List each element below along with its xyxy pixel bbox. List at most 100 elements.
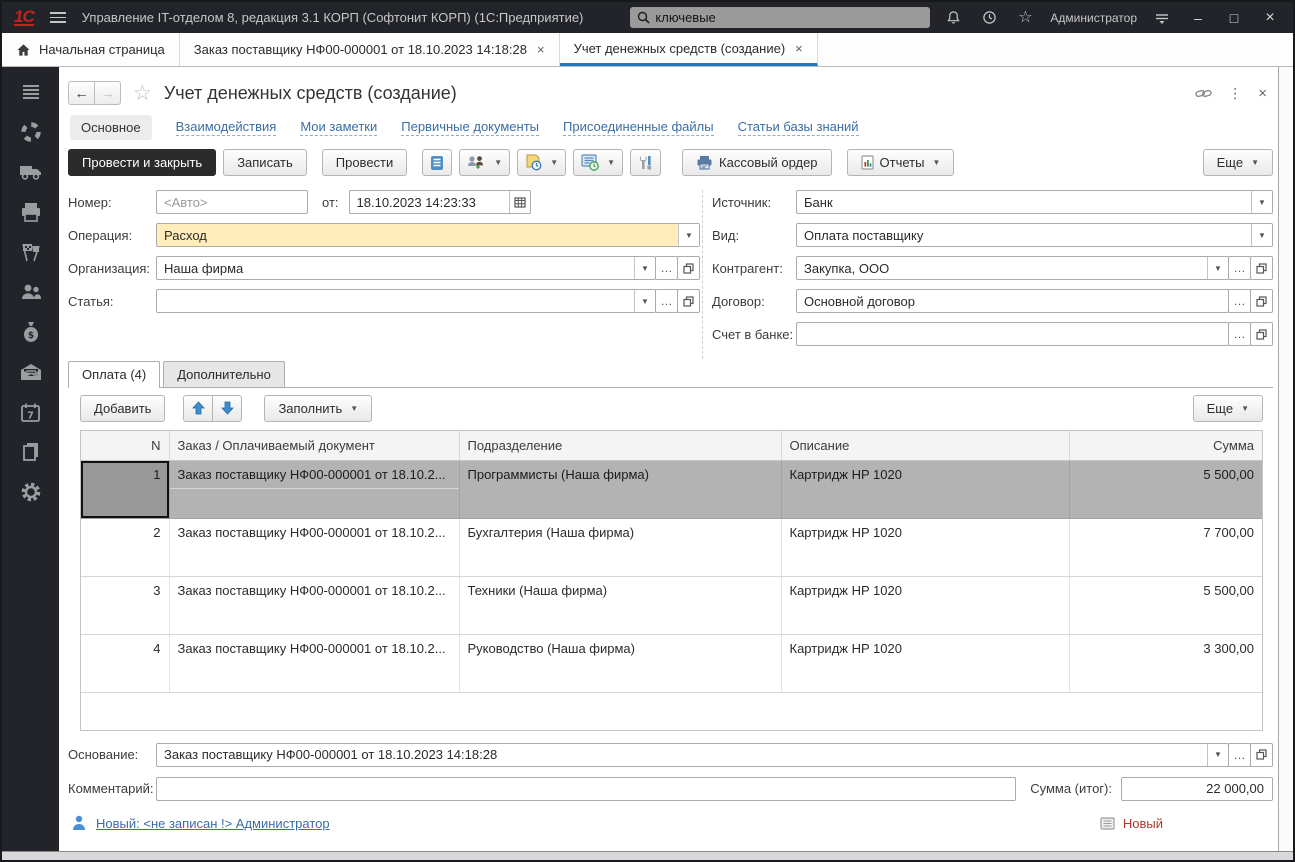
cell-document[interactable]: Заказ поставщику НФ00-000001 от 18.10.2.… [169, 518, 459, 576]
calendar-picker-icon[interactable] [509, 191, 530, 213]
counterparty-dropdown-icon[interactable]: ▼ [1207, 257, 1228, 279]
tab-supplier-order[interactable]: Заказ поставщику НФ00-000001 от 18.10.20… [180, 33, 560, 66]
more-actions-icon[interactable]: ⋮ [1228, 85, 1242, 102]
notifications-bell-icon[interactable] [940, 7, 966, 29]
article-open-icon[interactable] [677, 289, 700, 313]
cell-n[interactable]: 2 [81, 518, 169, 576]
operation-dropdown-icon[interactable]: ▼ [678, 224, 699, 246]
delivery-icon[interactable] [16, 159, 46, 185]
tab-payment[interactable]: Оплата (4) [68, 361, 160, 388]
minimize-button[interactable]: – [1185, 7, 1211, 29]
write-button[interactable]: Записать [223, 149, 307, 176]
move-row-down-icon[interactable] [212, 395, 242, 422]
organization-choose-button[interactable]: … [655, 256, 678, 280]
cell-description[interactable]: Картридж HP 1020 [781, 460, 1069, 518]
operation-input[interactable]: Расход [157, 228, 678, 243]
cell-department[interactable]: Руководство (Наша фирма) [459, 634, 781, 692]
organization-input[interactable]: Наша фирма [157, 261, 634, 276]
forward-button[interactable]: → [94, 81, 121, 105]
vertical-scrollbar[interactable] [1278, 67, 1293, 851]
counterparty-input[interactable]: Закупка, ООО [797, 261, 1207, 276]
cell-n[interactable]: 3 [81, 576, 169, 634]
article-dropdown-icon[interactable]: ▼ [634, 290, 655, 312]
source-dropdown-icon[interactable]: ▼ [1251, 191, 1272, 213]
date-input[interactable]: 18.10.2023 14:23:33 [350, 195, 509, 210]
cell-department[interactable]: Программисты (Наша фирма) [459, 460, 781, 518]
cell-sum[interactable]: 5 500,00 [1069, 576, 1262, 634]
get-link-icon[interactable] [1195, 87, 1212, 100]
table-row[interactable]: 4 Заказ поставщику НФ00-000001 от 18.10.… [81, 634, 1262, 692]
cell-document[interactable]: Заказ поставщику НФ00-000001 от 18.10.2.… [169, 634, 459, 692]
col-document[interactable]: Заказ / Оплачиваемый документ [169, 431, 459, 460]
article-choose-button[interactable]: … [655, 289, 678, 313]
nav-attached-files[interactable]: Присоединенные файлы [563, 119, 714, 136]
contract-open-icon[interactable] [1250, 289, 1273, 313]
cell-n[interactable]: 4 [81, 634, 169, 692]
col-n[interactable]: N [81, 431, 169, 460]
fill-button[interactable]: Заполнить ▼ [264, 395, 372, 422]
tab-home[interactable]: Начальная страница [2, 33, 180, 66]
basis-input[interactable]: Заказ поставщику НФ00-000001 от 18.10.20… [157, 747, 1207, 762]
organization-open-icon[interactable] [677, 256, 700, 280]
move-row-up-icon[interactable] [183, 395, 213, 422]
cell-department[interactable]: Бухгалтерия (Наша фирма) [459, 518, 781, 576]
table-row[interactable]: 3 Заказ поставщику НФ00-000001 от 18.10.… [81, 576, 1262, 634]
kind-dropdown-icon[interactable]: ▼ [1251, 224, 1272, 246]
source-input[interactable]: Банк [797, 195, 1251, 210]
close-tab-icon[interactable]: × [793, 41, 803, 56]
bank-account-open-icon[interactable] [1250, 322, 1273, 346]
nav-interactions[interactable]: Взаимодействия [176, 119, 277, 136]
global-search-input[interactable]: ключевые [630, 7, 930, 28]
cell-sum[interactable]: 3 300,00 [1069, 634, 1262, 692]
nav-primary-documents[interactable]: Первичные документы [401, 119, 539, 136]
col-sum[interactable]: Сумма [1069, 431, 1262, 460]
table-more-button[interactable]: Еще ▼ [1193, 395, 1263, 422]
basis-choose-button[interactable]: … [1228, 743, 1251, 767]
add-to-favorites-star-icon[interactable]: ☆ [133, 81, 152, 106]
kind-input[interactable]: Оплата поставщику [797, 228, 1251, 243]
cell-description[interactable]: Картридж HP 1020 [781, 576, 1069, 634]
tab-cash-accounting[interactable]: Учет денежных средств (создание) × [560, 33, 818, 66]
total-input[interactable]: 22 000,00 [1121, 777, 1273, 801]
tasks-button[interactable]: ▼ [573, 149, 623, 176]
cell-description[interactable]: Картридж HP 1020 [781, 518, 1069, 576]
col-department[interactable]: Подразделение [459, 431, 781, 460]
cell-document[interactable]: Заказ поставщику НФ00-000001 от 18.10.2.… [169, 460, 459, 518]
nav-main[interactable]: Основное [70, 115, 152, 140]
back-button[interactable]: ← [68, 81, 95, 105]
add-row-button[interactable]: Добавить [80, 395, 165, 422]
mail-icon[interactable] [16, 359, 46, 385]
close-tab-icon[interactable]: × [535, 42, 545, 57]
helpdesk-icon[interactable] [16, 119, 46, 145]
document-status-link[interactable]: Новый: <не записан !> Администратор [96, 816, 330, 831]
basis-dropdown-icon[interactable]: ▼ [1207, 744, 1228, 766]
basis-open-icon[interactable] [1250, 743, 1273, 767]
organization-dropdown-icon[interactable]: ▼ [634, 257, 655, 279]
favorites-star-icon[interactable]: ☆ [1012, 7, 1038, 29]
more-button[interactable]: Еще ▼ [1203, 149, 1273, 176]
print-icon[interactable] [16, 199, 46, 225]
close-form-icon[interactable]: × [1258, 85, 1267, 102]
comment-input[interactable] [156, 777, 1016, 801]
tab-additional[interactable]: Дополнительно [163, 361, 285, 387]
maximize-button[interactable]: □ [1221, 7, 1247, 29]
finish-flags-icon[interactable] [16, 239, 46, 265]
reports-button[interactable]: Отчеты ▼ [847, 149, 955, 176]
calendar-icon[interactable]: 7 [16, 399, 46, 425]
subordination-structure-button[interactable] [422, 149, 452, 176]
nav-my-notes[interactable]: Мои заметки [300, 119, 377, 136]
counterparty-open-icon[interactable] [1250, 256, 1273, 280]
main-menu-icon[interactable] [50, 12, 66, 23]
table-row[interactable]: 2 Заказ поставщику НФ00-000001 от 18.10.… [81, 518, 1262, 576]
create-based-on-button[interactable]: ▼ [517, 149, 566, 176]
money-icon[interactable]: $ [16, 319, 46, 345]
settings-gear-icon[interactable] [16, 479, 46, 505]
cash-order-button[interactable]: Кассовый ордер [682, 149, 832, 176]
history-icon[interactable] [976, 7, 1002, 29]
cell-sum[interactable]: 5 500,00 [1069, 460, 1262, 518]
cell-sum[interactable]: 7 700,00 [1069, 518, 1262, 576]
cell-department[interactable]: Техники (Наша фирма) [459, 576, 781, 634]
counterparty-choose-button[interactable]: … [1228, 256, 1251, 280]
close-window-button[interactable]: × [1257, 7, 1283, 29]
nav-knowledge-base[interactable]: Статьи базы знаний [738, 119, 859, 136]
